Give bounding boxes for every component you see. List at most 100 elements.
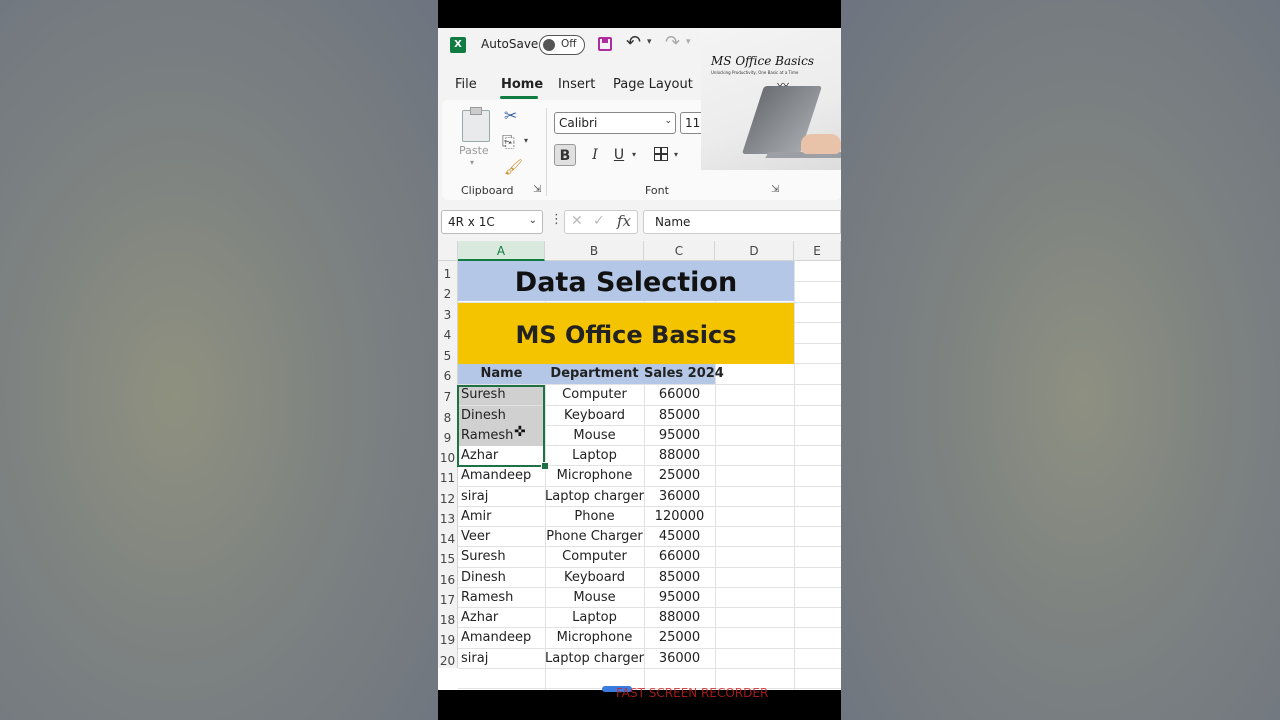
tab-file[interactable]: File — [455, 77, 477, 92]
name-cell[interactable]: Veer — [458, 527, 545, 547]
department-cell[interactable]: Keyboard — [545, 406, 644, 426]
paste-label[interactable]: Paste — [459, 144, 489, 157]
sales-cell[interactable]: 88000 — [644, 608, 715, 628]
column-header-e[interactable]: E — [794, 241, 841, 261]
row-header-8[interactable]: 8 — [438, 405, 458, 425]
row-header-10[interactable]: 10 — [438, 445, 458, 465]
bold-button[interactable]: B — [554, 144, 576, 166]
name-cell[interactable]: Ramesh — [458, 588, 545, 608]
sales-cell[interactable]: 45000 — [644, 527, 715, 547]
paste-dropdown-icon[interactable]: ▾ — [470, 158, 474, 167]
underline-button[interactable]: U — [611, 144, 627, 166]
row-header-19[interactable]: 19 — [438, 627, 458, 648]
sales-cell[interactable]: 25000 — [644, 466, 715, 486]
fill-handle[interactable] — [541, 462, 549, 470]
clipboard-launcher-icon[interactable]: ⇲ — [533, 184, 541, 195]
copy-dropdown-icon[interactable]: ▾ — [524, 136, 528, 145]
italic-button[interactable]: I — [587, 144, 603, 166]
name-cell[interactable]: Suresh — [458, 547, 545, 567]
tab-insert[interactable]: Insert — [558, 77, 595, 92]
sheet-subtitle[interactable]: MS Office Basics — [458, 303, 794, 364]
row-header-13[interactable]: 13 — [438, 506, 458, 526]
column-header-b[interactable]: B — [545, 241, 644, 261]
sales-cell[interactable]: 88000 — [644, 446, 715, 466]
select-all-corner[interactable] — [438, 241, 458, 261]
sales-cell[interactable]: 95000 — [644, 426, 715, 446]
row-header-6[interactable]: 6 — [438, 363, 458, 384]
column-header-d[interactable]: D — [715, 241, 794, 261]
sales-cell[interactable]: 85000 — [644, 568, 715, 588]
department-cell[interactable]: Computer — [545, 385, 644, 405]
column-header-c[interactable]: C — [644, 241, 715, 261]
name-cell[interactable]: Amandeep — [458, 628, 545, 648]
row-header-16[interactable]: 16 — [438, 567, 458, 587]
table-header-cell[interactable]: Sales 2024 — [644, 364, 724, 384]
more-options-icon[interactable]: ⋮ — [550, 212, 563, 227]
sales-cell[interactable]: 25000 — [644, 628, 715, 648]
row-header-18[interactable]: 18 — [438, 607, 458, 627]
row-header-9[interactable]: 9 — [438, 425, 458, 445]
row-header-3[interactable]: 3 — [438, 302, 458, 322]
tab-page-layout[interactable]: Page Layout — [613, 77, 693, 92]
table-header-cell[interactable]: Department — [545, 364, 644, 384]
department-cell[interactable]: Laptop charger — [545, 487, 644, 507]
department-cell[interactable]: Laptop — [545, 446, 644, 466]
sales-cell[interactable]: 66000 — [644, 385, 715, 405]
department-cell[interactable]: Laptop — [545, 608, 644, 628]
copy-icon[interactable]: ⎘ — [502, 132, 515, 152]
name-cell[interactable]: siraj — [458, 649, 545, 669]
row-header-2[interactable]: 2 — [438, 281, 458, 302]
department-cell[interactable]: Mouse — [545, 426, 644, 446]
name-cell[interactable]: Azhar — [458, 608, 545, 628]
column-header-a[interactable]: A — [458, 241, 545, 261]
cancel-icon[interactable]: ✕ — [571, 213, 583, 229]
undo-icon[interactable]: ↶ — [626, 32, 641, 53]
name-cell[interactable]: Suresh — [458, 385, 545, 405]
row-header-1[interactable]: 1 — [438, 261, 458, 281]
name-cell[interactable]: Amir — [458, 507, 545, 527]
name-cell[interactable]: Ramesh — [458, 426, 545, 446]
row-header-12[interactable]: 12 — [438, 486, 458, 506]
save-icon[interactable] — [598, 37, 612, 51]
name-box[interactable]: 4R x 1C ⌄ — [441, 210, 543, 234]
redo-dropdown-icon[interactable]: ▾ — [686, 37, 691, 47]
paste-icon[interactable] — [462, 107, 490, 142]
row-header-4[interactable]: 4 — [438, 322, 458, 343]
department-cell[interactable]: Mouse — [545, 588, 644, 608]
row-header-11[interactable]: 11 — [438, 465, 458, 486]
redo-icon[interactable]: ↷ — [665, 32, 680, 53]
row-header-7[interactable]: 7 — [438, 384, 458, 405]
name-cell[interactable]: Azhar — [458, 446, 545, 466]
sales-cell[interactable]: 36000 — [644, 487, 715, 507]
department-cell[interactable]: Microphone — [545, 466, 644, 486]
department-cell[interactable]: Phone — [545, 507, 644, 527]
row-header-14[interactable]: 14 — [438, 526, 458, 546]
name-cell[interactable]: Dinesh — [458, 406, 545, 426]
department-cell[interactable]: Microphone — [545, 628, 644, 648]
insert-function-icon[interactable]: fx — [617, 212, 631, 230]
undo-dropdown-icon[interactable]: ▾ — [647, 37, 652, 47]
name-cell[interactable]: Dinesh — [458, 568, 545, 588]
autosave-toggle[interactable]: Off — [539, 35, 585, 55]
sales-cell[interactable]: 36000 — [644, 649, 715, 669]
font-name-select[interactable]: Calibri ⌄ — [554, 112, 676, 134]
sales-cell[interactable]: 85000 — [644, 406, 715, 426]
worksheet-grid[interactable]: Data Selection MS Office Basics A B C D E 1 2 3 4 5… — [438, 241, 841, 690]
department-cell[interactable]: Keyboard — [545, 568, 644, 588]
tab-home[interactable]: Home — [501, 77, 543, 92]
underline-dropdown-icon[interactable]: ▾ — [632, 150, 636, 159]
row-header-5[interactable]: 5 — [438, 343, 458, 363]
formula-input[interactable]: Name — [643, 210, 841, 234]
department-cell[interactable]: Laptop charger — [545, 649, 644, 669]
sales-cell[interactable]: 66000 — [644, 547, 715, 567]
department-cell[interactable]: Computer — [545, 547, 644, 567]
row-header-17[interactable]: 17 — [438, 587, 458, 607]
name-cell[interactable]: Amandeep — [458, 466, 545, 486]
name-cell[interactable]: siraj — [458, 487, 545, 507]
format-painter-icon[interactable]: 🖌 — [504, 158, 523, 176]
cut-icon[interactable]: ✂ — [504, 106, 517, 125]
row-header-15[interactable]: 15 — [438, 546, 458, 567]
sheet-title[interactable]: Data Selection — [458, 261, 794, 301]
borders-dropdown-icon[interactable]: ▾ — [674, 150, 678, 159]
table-header-cell[interactable]: Name — [458, 364, 545, 384]
